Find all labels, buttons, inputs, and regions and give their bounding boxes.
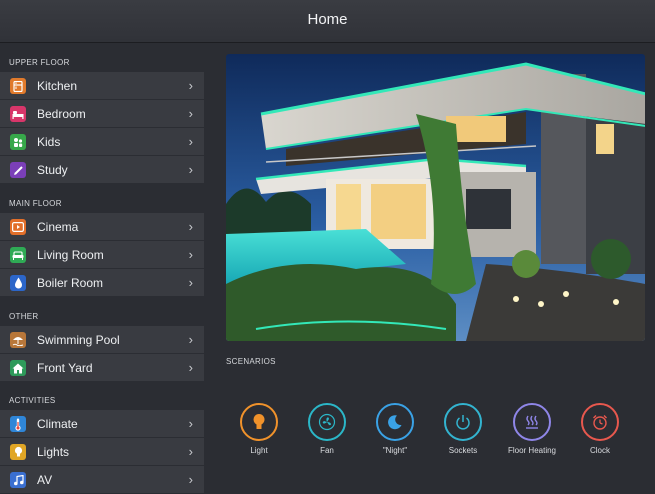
pool-icon (10, 332, 26, 348)
sidebar-item-label: Boiler Room (37, 276, 104, 290)
sidebar-item-swimming-pool[interactable]: Swimming Pool › (0, 326, 204, 354)
sidebar-item-kids[interactable]: Kids › (0, 128, 204, 156)
scenario-clock-button[interactable]: Clock (560, 403, 640, 455)
sidebar-item-label: Front Yard (37, 361, 93, 375)
chevron-right-icon: › (188, 472, 193, 487)
section-header-other: OTHER (9, 312, 39, 321)
chevron-right-icon: › (188, 219, 193, 234)
sidebar-item-lights[interactable]: Lights › (0, 438, 204, 466)
drop-icon (10, 275, 26, 291)
sidebar-item-label: Kids (37, 135, 61, 149)
chevron-right-icon: › (188, 360, 193, 375)
sidebar-item-label: AV (37, 473, 53, 487)
power-icon (444, 403, 482, 441)
sidebar-item-label: Living Room (37, 248, 104, 262)
play-icon (10, 219, 26, 235)
section-header-activities: ACTIVITIES (9, 396, 56, 405)
sidebar-item-kitchen[interactable]: Kitchen › (0, 72, 204, 100)
sidebar: UPPER FLOOR Kitchen › Bedroom › Kids › S… (0, 43, 206, 494)
bulb-icon (10, 444, 26, 460)
sidebar-item-label: Cinema (37, 220, 79, 234)
chevron-right-icon: › (188, 247, 193, 262)
sidebar-item-label: Climate (37, 417, 78, 431)
sidebar-item-front-yard[interactable]: Front Yard › (0, 354, 204, 382)
chevron-right-icon: › (188, 275, 193, 290)
section-header-main-floor: MAIN FLOOR (9, 199, 62, 208)
scenarios-title: SCENARIOS (226, 357, 276, 366)
top-bar: Home (0, 0, 655, 43)
bulb-icon (240, 403, 278, 441)
music-icon (10, 472, 26, 488)
sidebar-item-label: Kitchen (37, 79, 78, 93)
sidebar-item-label: Study (37, 163, 68, 177)
sidebar-item-living-room[interactable]: Living Room › (0, 241, 204, 269)
scenario-label: Sockets (448, 446, 478, 455)
house-icon (10, 360, 26, 376)
kitchen-icon (10, 78, 26, 94)
chevron-right-icon: › (188, 162, 193, 177)
sidebar-item-label: Swimming Pool (37, 333, 120, 347)
kids-icon (10, 134, 26, 150)
sidebar-item-label: Lights (37, 445, 70, 459)
sidebar-item-climate[interactable]: Climate › (0, 410, 204, 438)
moon-icon (376, 403, 414, 441)
thermometer-icon (10, 416, 26, 432)
bed-icon (10, 106, 26, 122)
sidebar-item-av[interactable]: AV › (0, 466, 204, 494)
scenario-label: Clock (589, 446, 610, 455)
sidebar-item-bedroom[interactable]: Bedroom › (0, 100, 204, 128)
chevron-right-icon: › (188, 332, 193, 347)
sofa-icon (10, 247, 26, 263)
chevron-right-icon: › (188, 134, 193, 149)
chevron-right-icon: › (188, 444, 193, 459)
chevron-right-icon: › (188, 416, 193, 431)
sidebar-item-study[interactable]: Study › (0, 156, 204, 184)
page-title: Home (307, 11, 348, 28)
sidebar-item-boiler-room[interactable]: Boiler Room › (0, 269, 204, 297)
chevron-right-icon: › (188, 78, 193, 93)
pencil-icon (10, 162, 26, 178)
chevron-right-icon: › (188, 106, 193, 121)
scenario-sockets-button[interactable]: Sockets (423, 403, 503, 455)
sidebar-item-cinema[interactable]: Cinema › (0, 213, 204, 241)
fan-icon (308, 403, 346, 441)
clock-icon (581, 403, 619, 441)
sidebar-item-label: Bedroom (37, 107, 86, 121)
house-photo (226, 54, 645, 341)
section-header-upper-floor: UPPER FLOOR (9, 58, 70, 67)
heat-icon (513, 403, 551, 441)
